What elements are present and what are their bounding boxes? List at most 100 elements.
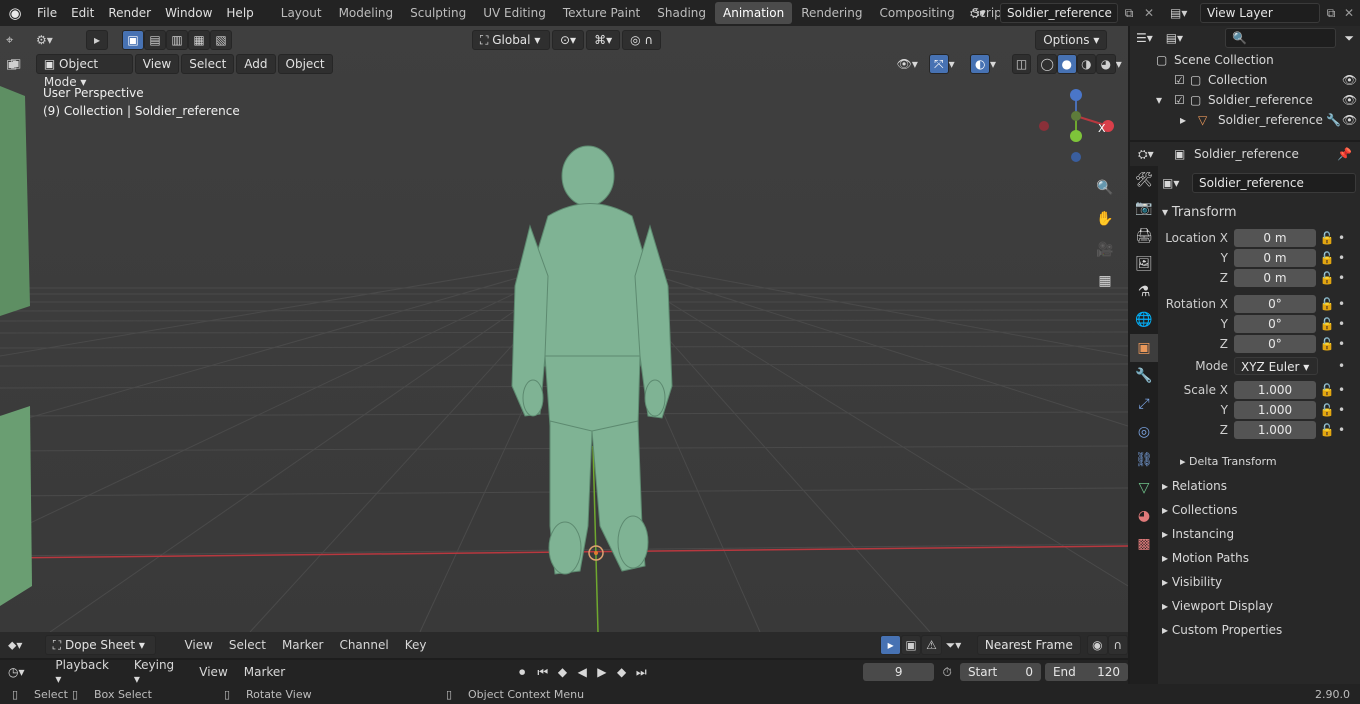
play-icon[interactable]: ▶ bbox=[592, 665, 612, 679]
keyframe-dot-icon[interactable]: • bbox=[1338, 337, 1345, 351]
scale-z-field[interactable]: 1.000 bbox=[1234, 421, 1316, 439]
select-box-icon[interactable]: ▣ bbox=[122, 30, 144, 50]
tab-sculpting[interactable]: Sculpting bbox=[402, 2, 474, 24]
checkbox-icon[interactable]: ☑ bbox=[1174, 73, 1190, 87]
record-icon[interactable]: ⏺ bbox=[511, 665, 533, 680]
shading-dropdown-icon[interactable]: ▾ bbox=[1116, 57, 1128, 71]
outliner-search-input[interactable]: 🔍 bbox=[1225, 28, 1337, 48]
xray-toggle-icon[interactable]: ◫ bbox=[1011, 54, 1032, 74]
object-mode-dropdown[interactable]: ▣ Object Mode ▾ bbox=[35, 54, 133, 89]
tab-animation[interactable]: Animation bbox=[715, 2, 793, 24]
keyframe-dot-icon[interactable]: • bbox=[1338, 251, 1345, 265]
prev-keyframe-icon[interactable]: ◆ bbox=[553, 665, 573, 679]
blender-logo-icon[interactable]: ◉ bbox=[0, 4, 30, 22]
select-subtract-icon[interactable]: ▥ bbox=[166, 30, 188, 50]
dope-menu-select[interactable]: Select bbox=[221, 638, 274, 652]
location-x-field[interactable]: 0 m bbox=[1234, 229, 1316, 247]
menu-edit[interactable]: Edit bbox=[64, 0, 101, 26]
keyframe-dot-icon[interactable]: • bbox=[1338, 317, 1345, 331]
properties-editor-icon[interactable]: ⛭▾ bbox=[1138, 147, 1174, 162]
motion-paths-panel[interactable]: ▸ Motion Paths bbox=[1162, 546, 1356, 570]
play-reverse-icon[interactable]: ◀ bbox=[572, 665, 592, 679]
keyframe-dot-icon[interactable]: • bbox=[1338, 359, 1345, 373]
output-tab-icon[interactable]: 🖨 bbox=[1130, 222, 1158, 250]
outliner-row-soldier-collection[interactable]: ▾ ☑ ▢ Soldier_reference 👁 bbox=[1130, 90, 1360, 110]
custom-properties-panel[interactable]: ▸ Custom Properties bbox=[1162, 618, 1356, 642]
overlay-toggle-icon[interactable]: ◐ bbox=[970, 54, 990, 74]
view-layer-field[interactable]: View Layer bbox=[1200, 3, 1320, 23]
lock-icon[interactable]: 🔓 bbox=[1316, 297, 1338, 311]
3d-viewport[interactable]: X User Perspective (9) Collection | Sold… bbox=[0, 26, 1128, 632]
keyframe-dot-icon[interactable]: • bbox=[1338, 271, 1345, 285]
checkbox-icon[interactable]: ☑ bbox=[1174, 93, 1190, 107]
modifier-wrench-icon[interactable]: 🔧 bbox=[1326, 113, 1342, 127]
tab-texture-paint[interactable]: Texture Paint bbox=[555, 2, 648, 24]
lock-icon[interactable]: 🔓 bbox=[1316, 337, 1338, 351]
viewport-menu-add[interactable]: Add bbox=[236, 54, 276, 74]
show-errors-icon[interactable]: ⚠ bbox=[921, 635, 942, 655]
rotation-y-field[interactable]: 0° bbox=[1234, 315, 1316, 333]
editor-type-icon[interactable]: ⌖ bbox=[6, 33, 36, 48]
tab-layout[interactable]: Layout bbox=[273, 2, 330, 24]
zoom-icon[interactable]: 🔍 bbox=[1094, 172, 1116, 203]
modifier-tab-icon[interactable]: 🔧 bbox=[1130, 362, 1158, 390]
scale-y-field[interactable]: 1.000 bbox=[1234, 401, 1316, 419]
options-dropdown[interactable]: Options ▾ bbox=[1035, 30, 1108, 50]
delta-transform-panel[interactable]: ▸ Delta Transform bbox=[1162, 450, 1356, 474]
viewport-menu-view[interactable]: View bbox=[134, 54, 180, 74]
location-z-field[interactable]: 0 m bbox=[1234, 269, 1316, 287]
object-name-field[interactable]: Soldier_reference bbox=[1192, 173, 1356, 193]
menu-help[interactable]: Help bbox=[219, 0, 260, 26]
wireframe-shading-icon[interactable]: ◯ bbox=[1037, 54, 1057, 74]
menu-window[interactable]: Window bbox=[158, 0, 219, 26]
material-tab-icon[interactable]: ◕ bbox=[1130, 502, 1158, 530]
side-panel-icon[interactable]: ▣ bbox=[10, 56, 21, 70]
close-scene-icon[interactable]: ✕ bbox=[1140, 6, 1158, 20]
view-layer-icon[interactable]: ▤▾ bbox=[1170, 6, 1200, 20]
filter-icon[interactable]: ⏷ bbox=[1344, 31, 1354, 46]
dope-menu-channel[interactable]: Channel bbox=[331, 638, 396, 652]
proportional-edit-dropdown[interactable]: ◎ ∩ bbox=[622, 30, 662, 50]
lock-icon[interactable]: 🔓 bbox=[1316, 403, 1338, 417]
scale-x-field[interactable]: 1.000 bbox=[1234, 381, 1316, 399]
dope-menu-view[interactable]: View bbox=[176, 638, 220, 652]
keyframe-dot-icon[interactable]: • bbox=[1338, 383, 1345, 397]
object-tab-icon[interactable]: ▣ bbox=[1130, 334, 1158, 362]
outliner-row-soldier-object[interactable]: ▸ ▽ Soldier_reference 🔧 👁 bbox=[1130, 110, 1360, 130]
stopwatch-icon[interactable]: ⏱ bbox=[934, 665, 960, 680]
dope-menu-key[interactable]: Key bbox=[397, 638, 435, 652]
outliner-scene-collection[interactable]: ▢ Scene Collection bbox=[1130, 50, 1360, 70]
expand-arrow-icon[interactable]: ▸ bbox=[1180, 113, 1198, 127]
timeline-editor-icon[interactable]: ◷▾ bbox=[8, 665, 47, 679]
scene-tab-icon[interactable]: ⚗ bbox=[1130, 278, 1158, 306]
dope-sheet-mode-dropdown[interactable]: ⛶ Dope Sheet ▾ bbox=[44, 635, 157, 655]
lock-icon[interactable]: 🔓 bbox=[1316, 231, 1338, 245]
grid-view-icon[interactable]: ▦ bbox=[1094, 265, 1116, 296]
solid-shading-icon[interactable]: ● bbox=[1056, 54, 1077, 74]
camera-icon[interactable]: 🎥 bbox=[1094, 234, 1116, 265]
tab-uv-editing[interactable]: UV Editing bbox=[475, 2, 554, 24]
relations-panel[interactable]: ▸ Relations bbox=[1162, 474, 1356, 498]
lock-icon[interactable]: 🔓 bbox=[1316, 317, 1338, 331]
select-extend-icon[interactable]: ▤ bbox=[144, 30, 166, 50]
data-tab-icon[interactable]: ▽ bbox=[1130, 474, 1158, 502]
lock-icon[interactable]: 🔓 bbox=[1316, 251, 1338, 265]
rendered-shading-icon[interactable]: ◕ bbox=[1096, 54, 1116, 74]
constraints-tab-icon[interactable]: ⛓ bbox=[1130, 446, 1158, 474]
location-y-field[interactable]: 0 m bbox=[1234, 249, 1316, 267]
outliner-row-collection[interactable]: ☑ ▢ Collection 👁 bbox=[1130, 70, 1360, 90]
viewport-menu-object[interactable]: Object bbox=[277, 54, 333, 74]
show-hidden-icon[interactable]: ▣ bbox=[900, 635, 922, 655]
snap-dropdown[interactable]: ⌘▾ bbox=[586, 30, 621, 50]
jump-start-icon[interactable]: ⏮ bbox=[533, 665, 553, 680]
physics-tab-icon[interactable]: ◎ bbox=[1130, 418, 1158, 446]
pivot-dropdown[interactable]: ⊙▾ bbox=[552, 30, 585, 50]
current-frame-field[interactable]: 9 bbox=[863, 663, 935, 681]
lock-icon[interactable]: 🔓 bbox=[1316, 383, 1338, 397]
start-frame-field[interactable]: Start 0 bbox=[959, 663, 1041, 681]
rotation-x-field[interactable]: 0° bbox=[1234, 295, 1316, 313]
keyframe-dot-icon[interactable]: • bbox=[1338, 231, 1345, 245]
tool-settings-icon[interactable]: ⚙▾ bbox=[36, 33, 76, 47]
dope-editor-type-icon[interactable]: ⬥▾ bbox=[8, 638, 45, 653]
next-keyframe-icon[interactable]: ◆ bbox=[612, 665, 632, 679]
